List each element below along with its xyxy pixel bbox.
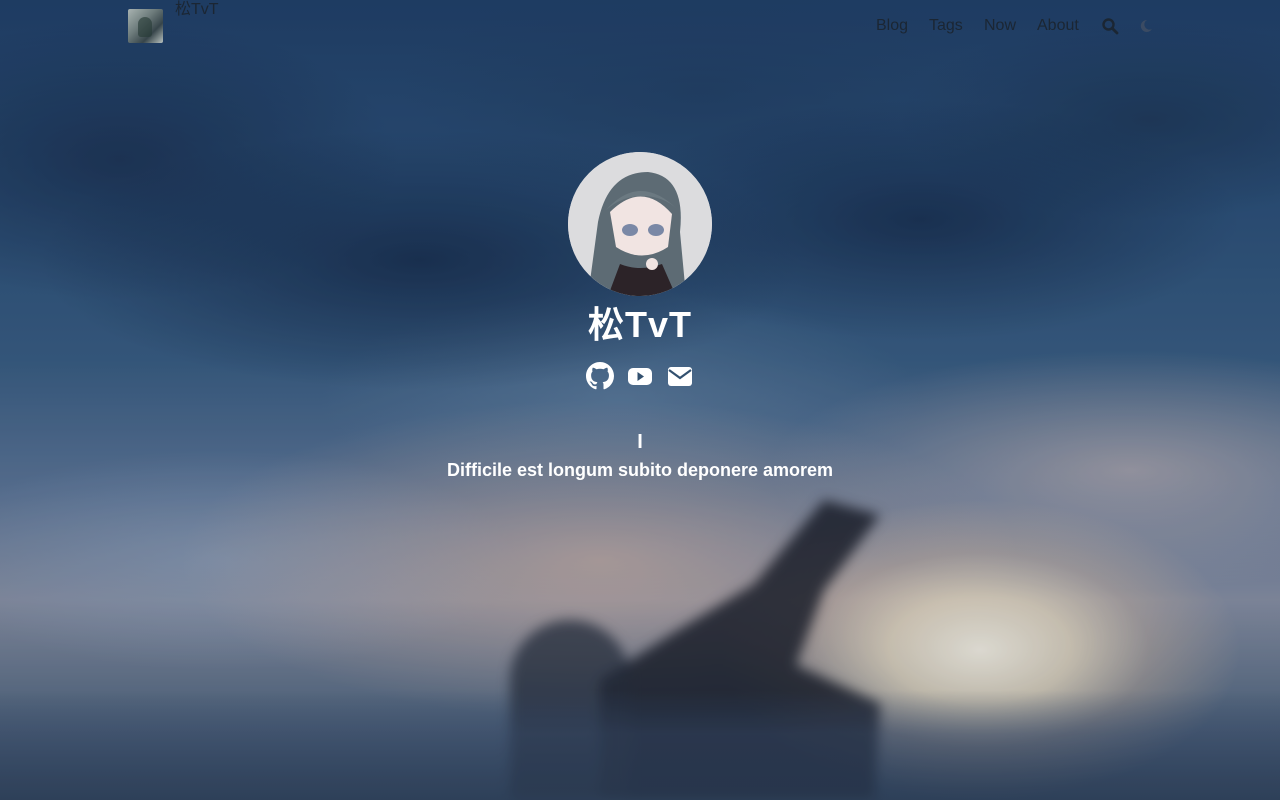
- site-name-link[interactable]: 松TvT: [175, 0, 219, 20]
- search-icon[interactable]: [1101, 17, 1119, 35]
- tagline: Difficile est longum subito deponere amo…: [446, 460, 834, 480]
- youtube-icon[interactable]: [627, 362, 657, 392]
- social-links: [584, 362, 696, 392]
- typing-cursor: I: [637, 431, 643, 453]
- moon-icon[interactable]: [1137, 17, 1155, 35]
- site-logo[interactable]: [128, 9, 163, 43]
- nav-link-about[interactable]: About: [1037, 16, 1079, 36]
- navbar: 松TvT Blog Tags Now About: [0, 0, 1280, 52]
- nav-link-tags[interactable]: Tags: [929, 16, 963, 36]
- nav-link-blog[interactable]: Blog: [876, 16, 908, 36]
- background-image: [0, 0, 1280, 800]
- nav-link-now[interactable]: Now: [984, 16, 1016, 36]
- avatar: [568, 152, 712, 296]
- email-icon[interactable]: [667, 362, 697, 392]
- github-icon[interactable]: [586, 362, 616, 392]
- profile-title: 松TvT: [587, 304, 692, 345]
